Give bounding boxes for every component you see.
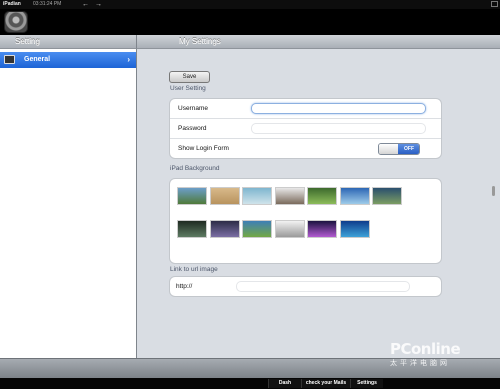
- password-row: Password: [170, 119, 441, 139]
- footer-tabbar: Dash check your Mails Settings: [0, 378, 500, 389]
- background-thumbnail-landscape-field[interactable]: [177, 187, 207, 205]
- login-form-toggle[interactable]: OFF: [378, 143, 420, 155]
- background-thumbnail-night-stars[interactable]: [209, 220, 240, 238]
- user-setting-group: Username Password Show Login Form OFF: [169, 98, 442, 159]
- background-heading: iPad Background: [170, 165, 220, 172]
- background-thumbnail-green-hills[interactable]: [307, 187, 337, 205]
- tab-dash[interactable]: Dash: [268, 379, 301, 388]
- save-button[interactable]: Save: [169, 71, 210, 83]
- background-group: [169, 178, 442, 264]
- ipadian-window: iPadian 03:31:24 PM ← → Setting My Setti…: [0, 0, 500, 389]
- watermark-sub: 太平洋电脑网: [390, 359, 450, 367]
- username-row: Username: [170, 99, 441, 119]
- sidebar: General ›: [0, 49, 136, 358]
- background-thumbnail-green-meadow[interactable]: [242, 220, 272, 238]
- tab-check-mails[interactable]: check your Mails: [301, 379, 350, 388]
- status-bar: iPadian 03:31:24 PM ← →: [0, 0, 500, 9]
- toggle-state: OFF: [398, 144, 419, 154]
- chevron-right-icon: ›: [127, 55, 130, 64]
- settings-gear-icon[interactable]: [4, 11, 28, 33]
- watermark: PConline 太平洋电脑网: [390, 340, 495, 370]
- sidebar-item-label: General: [24, 56, 51, 63]
- background-thumbnail-wood-panel[interactable]: [209, 187, 240, 205]
- user-setting-heading: User Setting: [170, 85, 206, 92]
- clock: 03:31:24 PM: [33, 1, 62, 7]
- background-thumbnail-purple-aurora[interactable]: [307, 220, 337, 238]
- scrollbar[interactable]: [492, 186, 495, 196]
- tab-settings[interactable]: Settings: [350, 379, 383, 388]
- background-thumbnail-blue-swirl[interactable]: [242, 187, 272, 205]
- watermark-logo: PConline: [390, 340, 461, 358]
- login-form-row: Show Login Form OFF: [170, 139, 441, 158]
- username-label: Username: [178, 105, 208, 112]
- password-field[interactable]: [251, 123, 426, 134]
- password-label: Password: [178, 125, 207, 132]
- sidebar-item-general[interactable]: General ›: [0, 52, 136, 68]
- background-thumbnail-blue-sky[interactable]: [339, 187, 370, 205]
- url-label: http://: [176, 283, 193, 290]
- nav-arrows-icon[interactable]: ← →: [82, 0, 104, 9]
- toggle-knob: [379, 144, 398, 154]
- background-thumbnail-dark-forest[interactable]: [177, 220, 207, 238]
- ipad-icon: [4, 55, 15, 64]
- username-field[interactable]: [251, 103, 426, 114]
- main-header: My Settings: [136, 35, 500, 49]
- sidebar-title: Setting: [15, 37, 40, 46]
- sidebar-header: Setting: [0, 35, 136, 49]
- background-thumbnail-grey-gradient[interactable]: [274, 220, 305, 238]
- settings-panel: Save User Setting Username Password Show…: [136, 49, 500, 358]
- login-form-label: Show Login Form: [178, 145, 229, 152]
- link-group: http://: [169, 276, 442, 297]
- page-title: My Settings: [179, 37, 221, 46]
- app-name: iPadian: [3, 1, 21, 7]
- url-field[interactable]: [236, 281, 410, 292]
- background-thumbnail-room-interior[interactable]: [274, 187, 305, 205]
- window-box-icon[interactable]: [491, 1, 498, 7]
- background-thumbnail-blue-bubbles[interactable]: [339, 220, 370, 238]
- link-heading: Link to url image: [170, 266, 218, 273]
- background-thumbnail-tropical[interactable]: [372, 187, 402, 205]
